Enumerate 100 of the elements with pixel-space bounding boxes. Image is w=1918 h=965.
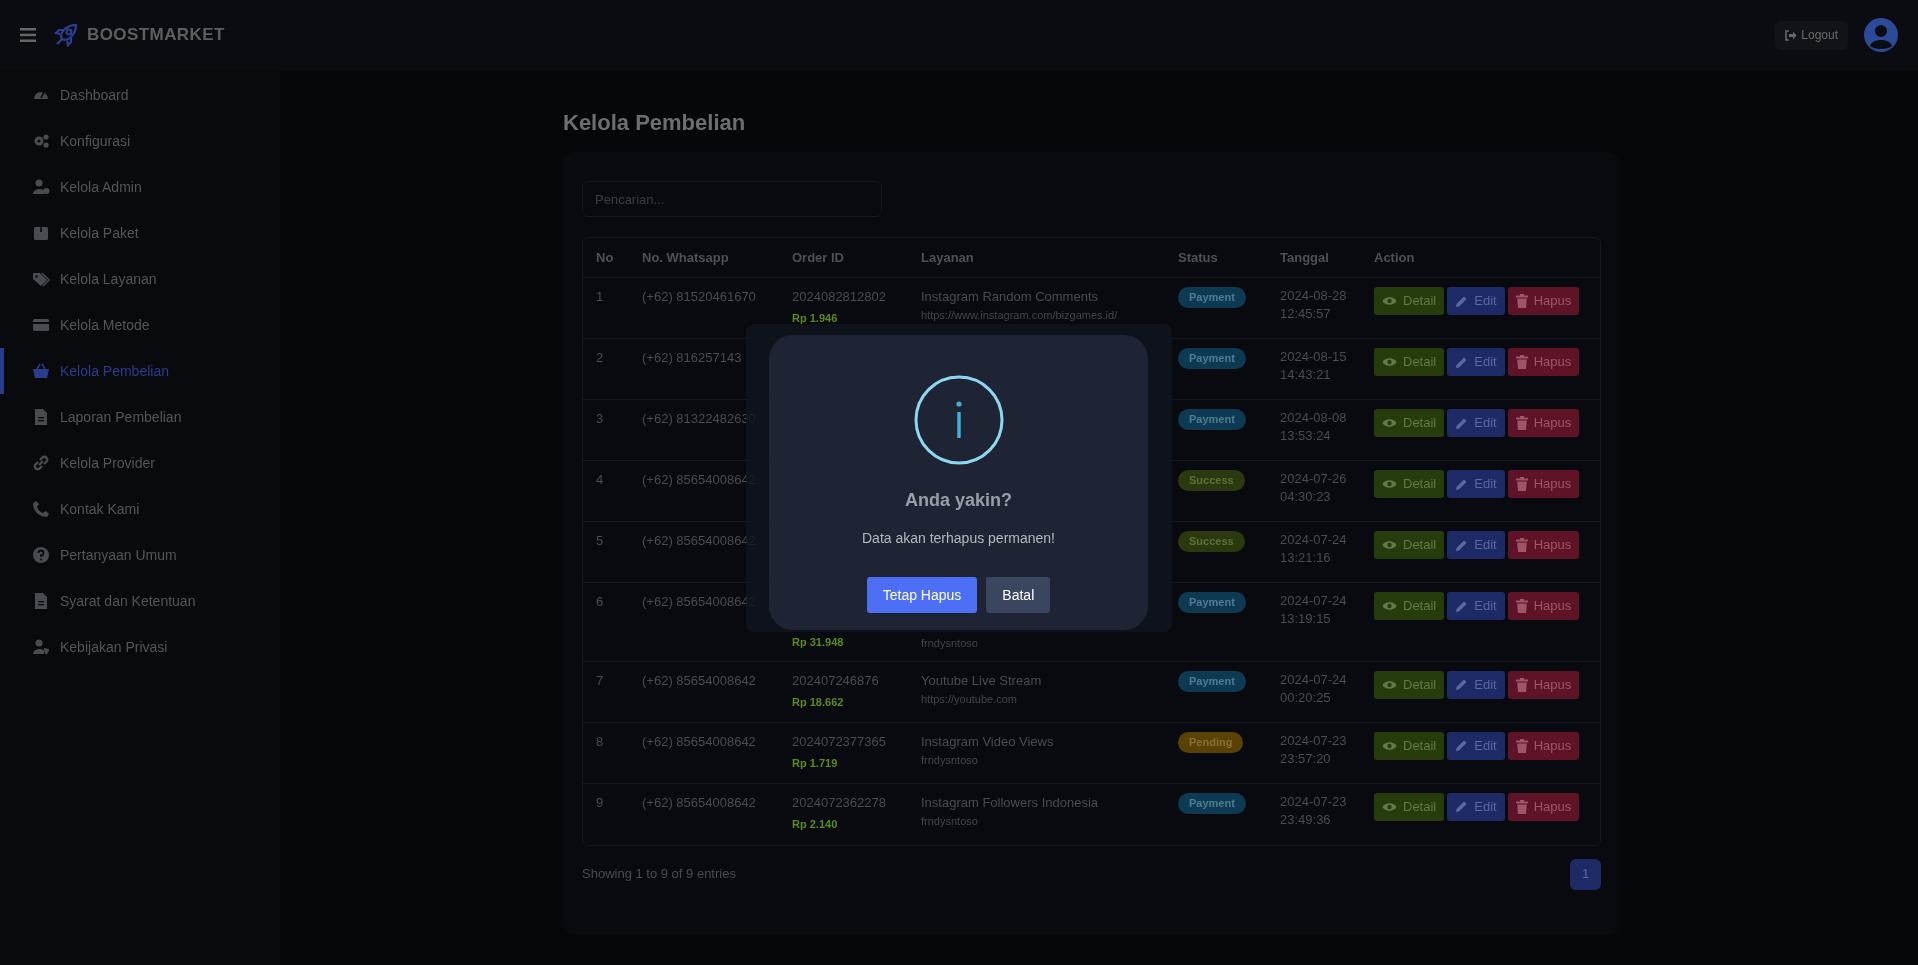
edit-button[interactable]: Edit (1447, 409, 1505, 437)
detail-button[interactable]: Detail (1374, 287, 1445, 315)
date-text: 2024-08-15 14:43:21 (1280, 348, 1348, 384)
date-text: 2024-08-08 13:53:24 (1280, 409, 1348, 445)
delete-button[interactable]: Hapus (1507, 592, 1580, 620)
trash-icon (1515, 677, 1528, 692)
document-icon (32, 408, 50, 426)
sidebar-item[interactable]: Kelola Pembelian (0, 348, 280, 394)
service-target: https://www.instagram.com/bizgames.id/ (921, 308, 1118, 323)
edit-button[interactable]: Edit (1447, 287, 1505, 315)
sidebar-item[interactable]: Syarat dan Ketentuan (0, 578, 280, 624)
table-cell-text: 3 (596, 410, 604, 428)
detail-button[interactable]: Detail (1374, 531, 1445, 559)
table-cell-text: 6 (596, 593, 604, 611)
column-header: Layanan (920, 248, 975, 267)
detail-button[interactable]: Detail (1374, 470, 1445, 498)
trash-icon (1515, 294, 1528, 308)
user-avatar-icon[interactable] (1864, 18, 1898, 52)
status-badge: Payment (1178, 287, 1246, 308)
brand-name: BOOSTMARKET (87, 24, 225, 47)
sidebar-item[interactable]: Pertanyaan Umum (0, 532, 280, 578)
question-icon (32, 546, 50, 564)
date-text: 2024-07-23 23:57:20 (1280, 731, 1348, 768)
table-cell-text: (+62) 85654008642 (642, 793, 756, 812)
service-target: frndysntoso (921, 752, 978, 768)
delete-button[interactable]: Hapus (1507, 792, 1580, 821)
edit-button[interactable]: Edit (1447, 470, 1505, 498)
sidebar-item[interactable]: Kontak Kami (0, 486, 280, 532)
pencil-icon (1455, 538, 1469, 552)
service-name: Instagram Followers Indonesia (921, 793, 1099, 812)
box-icon (32, 224, 50, 242)
sidebar-item[interactable]: Kelola Metode (0, 302, 280, 348)
basket-icon (32, 362, 50, 380)
sidebar-item[interactable]: Kelola Layanan (0, 256, 280, 302)
cancel-button[interactable]: Batal (986, 577, 1051, 613)
document-icon (32, 592, 50, 610)
eye-icon (1382, 540, 1397, 550)
detail-button[interactable]: Detail (1374, 670, 1445, 699)
pencil-icon (1455, 800, 1469, 813)
table-cell-text: (+62) 85654008642 (642, 732, 756, 751)
delete-button[interactable]: Hapus (1507, 287, 1580, 315)
eye-icon (1382, 801, 1397, 812)
detail-button[interactable]: Detail (1374, 409, 1445, 437)
detail-button[interactable]: Detail (1374, 731, 1445, 760)
credit-card-icon (32, 316, 50, 334)
tags-icon (32, 270, 50, 288)
edit-button[interactable]: Edit (1447, 531, 1505, 559)
table-cell-text: 1 (596, 288, 604, 306)
edit-button[interactable]: Edit (1447, 348, 1505, 376)
price-text: Rp 2.140 (792, 816, 838, 832)
date-text: 2024-07-24 13:19:15 (1280, 592, 1348, 628)
table-cell-text: 2 (596, 349, 604, 367)
sidebar-item[interactable]: Laporan Pembelian (0, 394, 280, 440)
status-badge: Payment (1178, 592, 1246, 613)
sidebar-item[interactable]: Kebijakan Privasi (0, 624, 280, 670)
order-id: 2024082812802 (792, 288, 886, 306)
trash-icon (1515, 416, 1528, 430)
order-id: 2024072377365 (792, 732, 886, 751)
detail-button[interactable]: Detail (1374, 592, 1445, 620)
table-cell-text: (+62) 85654008642 (642, 671, 756, 690)
price-text: Rp 1.946 (792, 311, 838, 326)
sidebar-item[interactable]: Kelola Paket (0, 210, 280, 256)
edit-button[interactable]: Edit (1447, 592, 1505, 620)
entries-info: Showing 1 to 9 of 9 entries (582, 865, 736, 884)
delete-button[interactable]: Hapus (1507, 731, 1580, 760)
link-icon (32, 454, 50, 472)
detail-button[interactable]: Detail (1374, 348, 1445, 376)
trash-icon (1515, 738, 1528, 753)
detail-button[interactable]: Detail (1374, 792, 1445, 821)
confirm-button[interactable]: Tetap Hapus (866, 577, 978, 613)
sidebar-item[interactable]: Kelola Provider (0, 440, 280, 486)
page-title: Kelola Pembelian (563, 109, 747, 137)
sidebar-item[interactable]: Dashboard (0, 72, 280, 118)
table-cell-text: (+62) 81520461670 (642, 288, 756, 306)
delete-button[interactable]: Hapus (1507, 670, 1580, 699)
edit-button[interactable]: Edit (1447, 792, 1505, 821)
status-badge: Payment (1178, 792, 1246, 814)
edit-button[interactable]: Edit (1447, 670, 1505, 699)
user-gear-icon (32, 178, 50, 196)
delete-button[interactable]: Hapus (1507, 531, 1580, 559)
delete-button[interactable]: Hapus (1507, 409, 1580, 437)
table-cell-text: 9 (596, 793, 604, 812)
service-target: frndysntoso (921, 813, 978, 829)
delete-button[interactable]: Hapus (1507, 348, 1580, 376)
logout-button[interactable]: Logout (1775, 20, 1848, 50)
delete-button[interactable]: Hapus (1507, 470, 1580, 498)
sidebar-item[interactable]: Kelola Admin (0, 164, 280, 210)
edit-button[interactable]: Edit (1447, 731, 1505, 760)
column-header: No. Whatsapp (641, 248, 730, 267)
column-header: Tanggal (1279, 248, 1330, 267)
service-name: Youtube Live Stream (921, 671, 1042, 690)
table-cell-text: 7 (596, 671, 604, 690)
pencil-icon (1455, 678, 1469, 691)
eye-icon (1382, 418, 1397, 428)
date-text: 2024-07-26 04:30:23 (1280, 470, 1348, 506)
sidebar-item[interactable]: Konfigurasi (0, 118, 280, 164)
menu-icon[interactable] (20, 28, 36, 42)
order-id: 202407246876 (792, 671, 879, 690)
trash-icon (1515, 355, 1528, 369)
page-button[interactable]: 1 (1570, 858, 1601, 890)
